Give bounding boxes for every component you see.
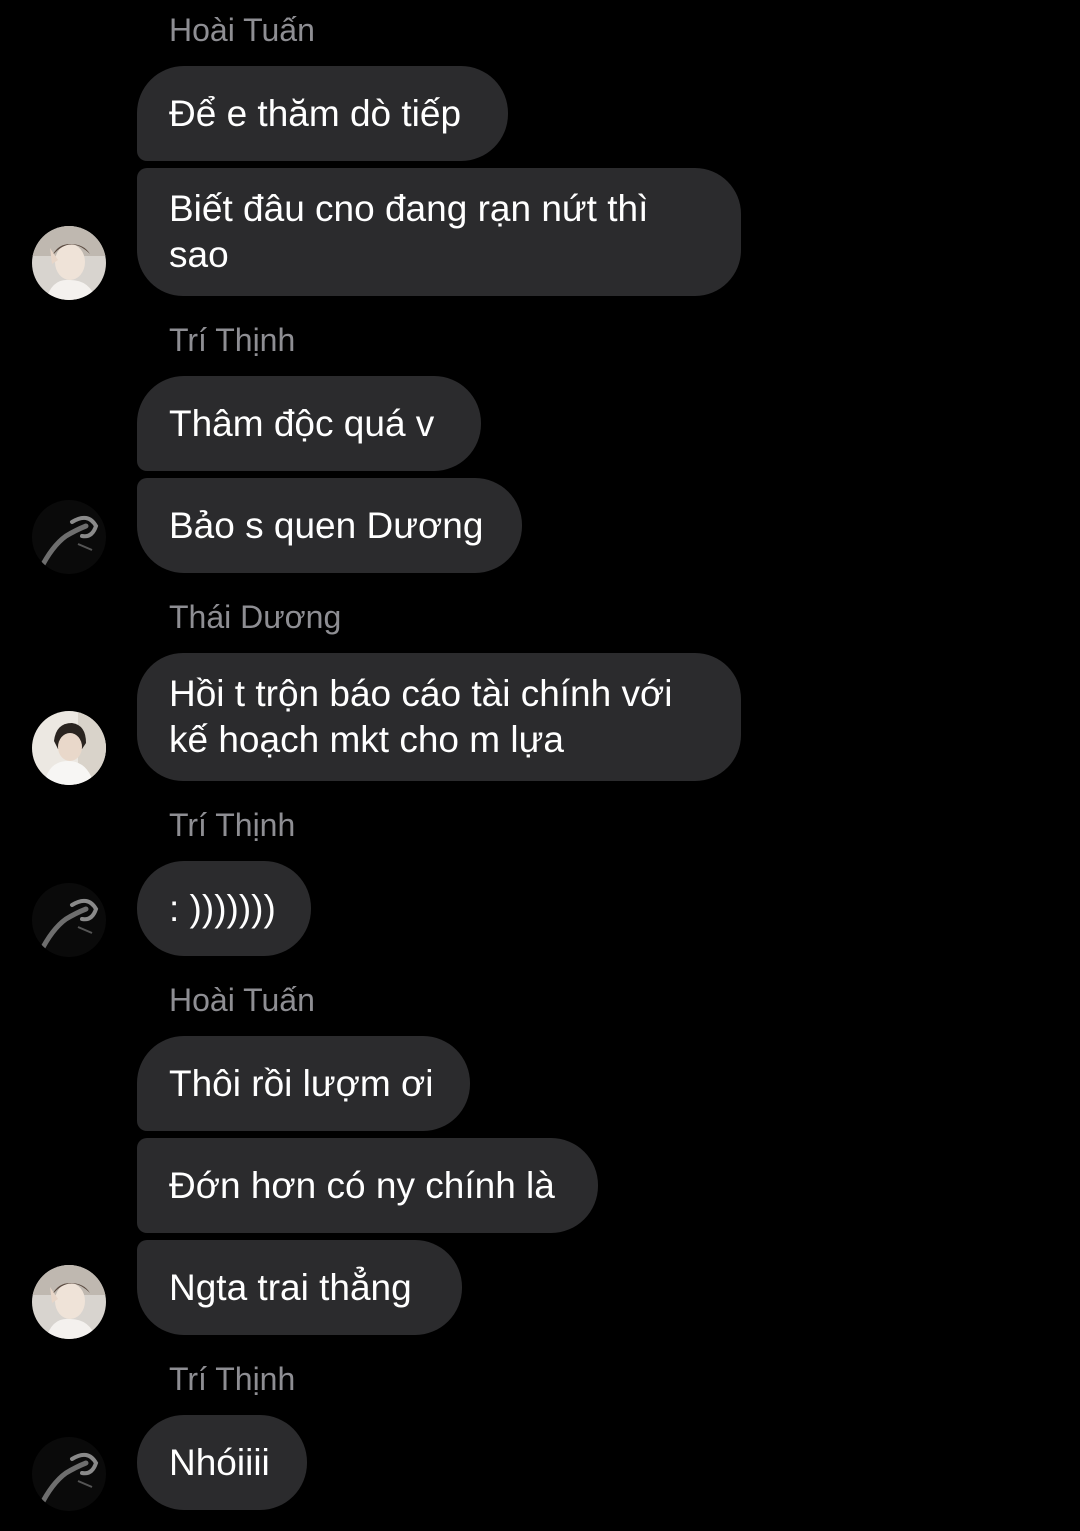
sender-name: Trí Thịnh — [169, 1361, 296, 1397]
message-bubble[interactable]: Hồi t trộn báo cáo tài chính với kế hoạc… — [137, 653, 741, 781]
sender-name: Trí Thịnh — [169, 322, 296, 358]
avatar-tri-thinh[interactable] — [32, 500, 106, 574]
sender-name: Hoài Tuấn — [169, 12, 315, 48]
message-bubble[interactable]: Biết đâu cno đang rạn nứt thì sao — [137, 168, 741, 296]
avatar-hoai-tuan[interactable] — [32, 1265, 106, 1339]
sender-name: Thái Dương — [169, 599, 342, 635]
message-bubble[interactable]: Bảo s quen Dương — [137, 478, 522, 573]
message-bubble[interactable]: Đớn hơn có ny chính là — [137, 1138, 598, 1233]
message-bubble[interactable]: Ngta trai thẳng — [137, 1240, 462, 1335]
message-bubble[interactable]: Để e thăm dò tiếp — [137, 66, 508, 161]
avatar-hoai-tuan[interactable] — [32, 226, 106, 300]
message-bubble[interactable]: Thâm độc quá v — [137, 376, 481, 471]
sender-name: Hoài Tuấn — [169, 982, 315, 1018]
message-bubble[interactable]: Thôi rồi lượm ơi — [137, 1036, 470, 1131]
sender-name: Trí Thịnh — [169, 807, 296, 843]
avatar-thai-duong[interactable] — [32, 711, 106, 785]
message-bubble[interactable]: Nhóiiii — [137, 1415, 307, 1510]
message-bubble[interactable]: : ))))))) — [137, 861, 311, 956]
avatar-tri-thinh[interactable] — [32, 883, 106, 957]
avatar-tri-thinh[interactable] — [32, 1437, 106, 1511]
